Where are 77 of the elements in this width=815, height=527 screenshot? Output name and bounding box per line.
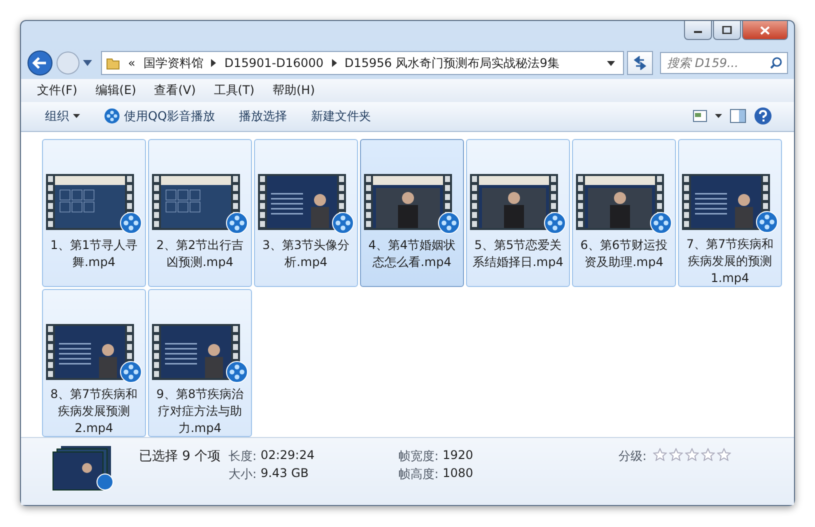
toolbar-button[interactable]: 使用QQ影音播放 [96, 104, 223, 128]
toolbar-button[interactable]: 新建文件夹 [302, 104, 379, 128]
menu-item[interactable]: 编辑(E) [95, 82, 136, 99]
file-name: 8、第7节疾病和疾病发展预测2.mp4 [49, 386, 139, 437]
file-name: 1、第1节寻人寻舞.mp4 [49, 236, 139, 271]
toolbar-button[interactable]: 播放选择 [230, 104, 295, 128]
file-name: 6、第6节财运投资及助理.mp4 [579, 236, 669, 271]
film-reel-icon [438, 212, 460, 234]
film-reel-icon [332, 212, 354, 234]
film-reel-icon [120, 212, 142, 234]
rating-label: 分级: [618, 448, 647, 465]
file-name: 5、第5节恋爱关系结婚择日.mp4 [472, 236, 564, 271]
search-icon[interactable] [770, 57, 782, 70]
file-item[interactable]: 5、第5节恋爱关系结婚择日.mp4 [466, 138, 570, 287]
maximize-button[interactable] [713, 21, 741, 40]
chevron-icon[interactable] [332, 59, 337, 68]
minimize-button[interactable] [684, 21, 712, 40]
file-name: 3、第3节头像分析.mp4 [261, 236, 351, 271]
breadcrumb-item[interactable]: 国学资料馆 [143, 54, 204, 72]
selection-summary: 已选择 9 个项 [139, 448, 221, 465]
file-item[interactable]: 4、第4节婚姻状态怎么看.mp4 [360, 138, 464, 287]
file-name: 7、第7节疾病和疾病发展的预测1.mp4 [685, 236, 775, 287]
preview-pane-icon[interactable] [730, 109, 746, 124]
film-reel-icon [650, 212, 672, 234]
close-button[interactable] [742, 21, 788, 40]
folder-icon [106, 56, 120, 70]
menu-item[interactable]: 工具(T) [214, 82, 254, 99]
breadcrumb-item[interactable]: « [128, 56, 136, 70]
star-icon [684, 448, 699, 461]
maximize-icon [722, 26, 732, 34]
film-reel-icon [226, 212, 248, 234]
refresh-icon [632, 56, 648, 70]
file-name: 9、第8节疾病治疗对症方法与助力.mp4 [155, 386, 245, 437]
file-item[interactable]: 9、第8节疾病治疗对症方法与助力.mp4 [148, 288, 252, 437]
caret-icon[interactable] [715, 114, 722, 118]
menu-item[interactable]: 查看(V) [154, 82, 196, 99]
back-button[interactable] [27, 50, 53, 76]
property-label: 帧宽度: [398, 448, 439, 465]
property-value: 9.43 GB [260, 466, 309, 482]
toolbar-button[interactable]: 组织 [37, 104, 88, 128]
star-icon [716, 448, 731, 461]
search-field[interactable]: 搜索 D159... [660, 52, 788, 74]
menu-item[interactable]: 帮助(H) [272, 82, 315, 99]
film-reel-icon [226, 360, 248, 383]
star-icon [700, 448, 715, 461]
file-item[interactable]: 3、第3节头像分析.mp4 [254, 138, 358, 287]
film-reel-icon [104, 108, 120, 124]
property-value: 1920 [442, 448, 474, 464]
file-name: 4、第4节婚姻状态怎么看.mp4 [367, 236, 457, 271]
film-reel-icon [120, 360, 142, 383]
history-dropdown-icon[interactable] [83, 60, 92, 66]
file-item[interactable]: 6、第6节财运投资及助理.mp4 [572, 138, 676, 287]
film-reel-icon [544, 212, 566, 234]
help-icon[interactable] [754, 107, 772, 126]
caret-icon [73, 114, 80, 118]
star-icon [668, 448, 683, 461]
file-name: 2、第2节出行吉凶预测.mp4 [155, 236, 245, 271]
view-options-icon[interactable] [693, 110, 707, 122]
address-bar[interactable]: « 国学资料馆 D15901-D16000 D15956 风水奇门预测布局实战秘法9集 [101, 51, 624, 76]
property-label: 大小: [228, 466, 257, 483]
dropdown-caret-icon[interactable] [607, 60, 615, 66]
property-value: 02:29:24 [260, 448, 314, 464]
menu-item[interactable]: 文件(F) [37, 82, 78, 99]
file-item[interactable]: 7、第7节疾病和疾病发展的预测1.mp4 [678, 138, 782, 287]
chevron-icon[interactable] [211, 59, 216, 68]
refresh-button[interactable] [627, 51, 653, 76]
file-item[interactable]: 1、第1节寻人寻舞.mp4 [42, 138, 146, 287]
breadcrumb-item[interactable]: D15901-D16000 [224, 56, 324, 70]
star-icon [652, 448, 667, 461]
close-icon [760, 26, 770, 34]
file-item[interactable]: 2、第2节出行吉凶预测.mp4 [148, 138, 252, 287]
property-label: 长度: [228, 448, 257, 465]
file-item[interactable]: 8、第7节疾病和疾病发展预测2.mp4 [42, 288, 146, 437]
film-reel-icon [756, 210, 778, 233]
breadcrumb-item[interactable]: D15956 风水奇门预测布局实战秘法9集 [344, 54, 560, 72]
property-label: 帧高度: [398, 466, 439, 483]
property-value: 1080 [442, 466, 474, 482]
